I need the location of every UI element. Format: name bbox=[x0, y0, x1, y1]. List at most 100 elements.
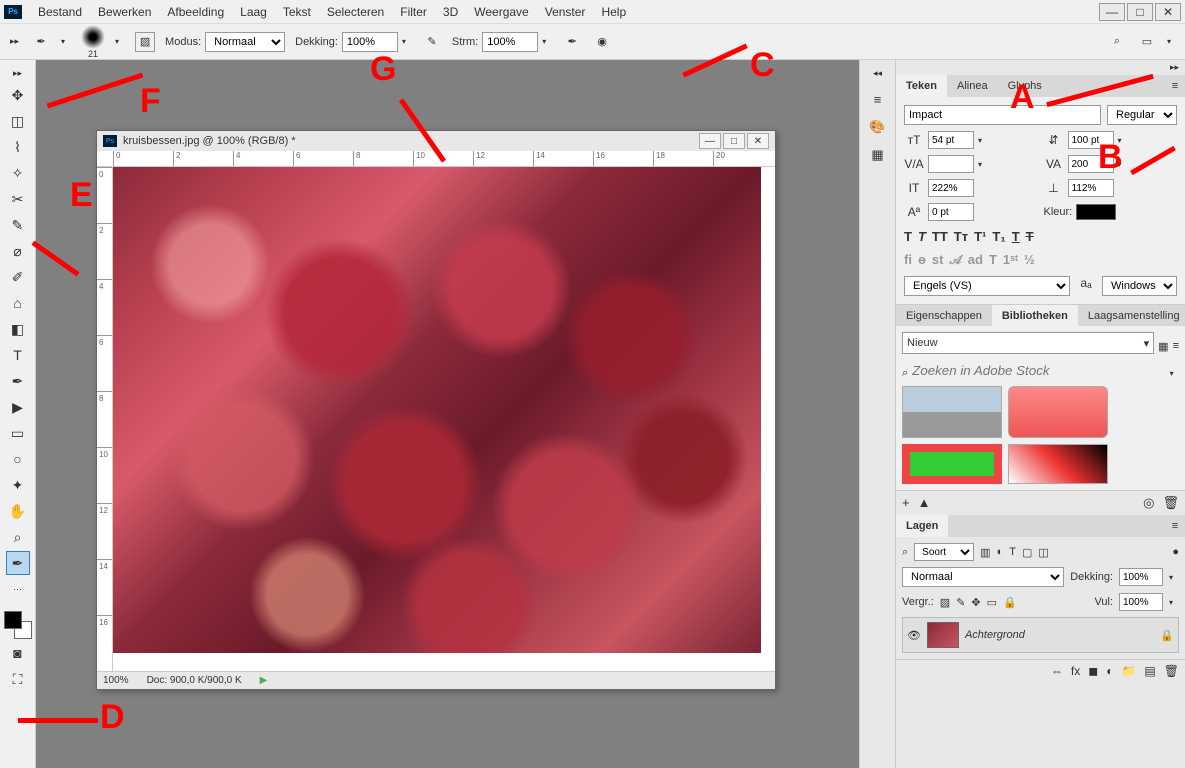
smallcaps-button[interactable]: Tᴛ bbox=[954, 229, 968, 244]
custom-shape-tool[interactable]: ✦ bbox=[6, 473, 30, 497]
airbrush-icon[interactable]: ✒ bbox=[562, 32, 582, 52]
color-icon[interactable]: 🎨 bbox=[868, 117, 888, 137]
doc-size-status[interactable]: Doc: 900,0 K/900,0 K bbox=[147, 675, 242, 686]
brush-preview-icon[interactable] bbox=[81, 25, 105, 49]
library-select[interactable]: Nieuw▾ bbox=[902, 332, 1154, 354]
chevron-down-icon[interactable]: ▾ bbox=[115, 37, 125, 46]
pressure-opacity-icon[interactable]: ✎ bbox=[422, 32, 442, 52]
panel-menu-icon[interactable]: ≡ bbox=[1165, 75, 1185, 97]
search-icon[interactable]: ⌕ bbox=[1107, 32, 1127, 52]
library-item[interactable] bbox=[902, 444, 1002, 484]
maximize-button[interactable]: □ bbox=[1127, 3, 1153, 21]
subscript-button[interactable]: T₁ bbox=[992, 229, 1005, 244]
brush-panel-icon[interactable]: ▨ bbox=[135, 32, 155, 52]
workspace-icon[interactable]: ▭ bbox=[1137, 32, 1157, 52]
layer-fill-input[interactable] bbox=[1119, 593, 1163, 611]
layer-thumbnail[interactable] bbox=[927, 622, 959, 648]
menu-bestand[interactable]: Bestand bbox=[30, 5, 90, 19]
strikethrough-button[interactable]: T bbox=[1026, 229, 1034, 244]
add-graphic-icon[interactable]: ▲ bbox=[918, 495, 931, 511]
text-color-swatch[interactable] bbox=[1076, 204, 1116, 220]
menu-3d[interactable]: 3D bbox=[435, 5, 466, 19]
marquee-tool[interactable]: ◫ bbox=[6, 109, 30, 133]
menu-tekst[interactable]: Tekst bbox=[275, 5, 319, 19]
close-button[interactable]: ✕ bbox=[1155, 3, 1181, 21]
zoom-tool[interactable]: ⌕ bbox=[6, 525, 30, 549]
library-item[interactable] bbox=[1008, 444, 1108, 484]
stock-search-input[interactable] bbox=[908, 360, 1169, 380]
grid-view-icon[interactable]: ▦ bbox=[1158, 340, 1168, 353]
menu-bewerken[interactable]: Bewerken bbox=[90, 5, 159, 19]
filter-adjust-icon[interactable]: ◐ bbox=[997, 546, 1004, 558]
font-style-select[interactable]: Regular bbox=[1107, 105, 1177, 125]
healing-tool[interactable]: ⌀ bbox=[6, 239, 30, 263]
lasso-tool[interactable]: ⌇ bbox=[6, 135, 30, 159]
tool-preset-icon[interactable]: ✒ bbox=[31, 32, 51, 52]
titling-button[interactable]: T bbox=[989, 252, 997, 268]
menu-afbeelding[interactable]: Afbeelding bbox=[159, 5, 232, 19]
doc-maximize-button[interactable]: □ bbox=[723, 133, 745, 149]
menu-selecteren[interactable]: Selecteren bbox=[319, 5, 392, 19]
tab-laagsamenstelling[interactable]: Laagsamenstelling bbox=[1078, 305, 1185, 326]
trash-icon[interactable]: 🗑 bbox=[1162, 495, 1179, 511]
color-swatches[interactable] bbox=[4, 611, 32, 639]
font-family-input[interactable] bbox=[904, 105, 1101, 125]
opacity-input[interactable] bbox=[342, 32, 398, 52]
lock-position-icon[interactable]: ✥ bbox=[971, 596, 980, 609]
add-content-icon[interactable]: + bbox=[902, 495, 910, 511]
blend-mode-select[interactable]: Normaal bbox=[902, 567, 1064, 587]
bold-button[interactable]: T bbox=[904, 229, 912, 244]
brush-tool[interactable]: ✐ bbox=[6, 265, 30, 289]
layer-group-icon[interactable]: 📁 bbox=[1121, 664, 1136, 678]
lock-paint-icon[interactable]: ✎ bbox=[956, 596, 965, 609]
edit-toolbar[interactable]: ⋯ bbox=[6, 577, 30, 601]
discretionary-button[interactable]: st bbox=[932, 252, 944, 268]
status-arrow-icon[interactable]: ▶ bbox=[260, 675, 268, 686]
move-tool[interactable]: ✥ bbox=[6, 83, 30, 107]
filter-smart-icon[interactable]: ◫ bbox=[1038, 546, 1048, 559]
library-item[interactable] bbox=[902, 386, 1002, 438]
new-layer-icon[interactable]: ▤ bbox=[1144, 664, 1155, 678]
link-layers-icon[interactable]: ⇔ bbox=[1051, 664, 1063, 678]
blend-mode-select[interactable]: Normaal bbox=[205, 32, 285, 52]
tab-teken[interactable]: Teken bbox=[896, 75, 947, 97]
language-select[interactable]: Engels (VS) bbox=[904, 276, 1070, 296]
ruler-vertical[interactable]: 0246810121416 bbox=[97, 167, 113, 671]
mixer-brush-tool[interactable]: ✒ bbox=[6, 551, 30, 575]
italic-button[interactable]: T bbox=[918, 229, 926, 244]
chevron-down-icon[interactable]: ▾ bbox=[542, 37, 552, 46]
filter-pixel-icon[interactable]: ▥ bbox=[980, 546, 990, 559]
pen-tool[interactable]: ✒ bbox=[6, 369, 30, 393]
collapse-icon[interactable]: ▸▸ bbox=[8, 34, 21, 49]
tab-eigenschappen[interactable]: Eigenschappen bbox=[896, 305, 992, 326]
delete-layer-icon[interactable]: 🗑 bbox=[1164, 664, 1179, 678]
flow-input[interactable] bbox=[482, 32, 538, 52]
swash-button[interactable]: 𝒜 bbox=[949, 252, 961, 268]
crop-tool[interactable]: ✂ bbox=[6, 187, 30, 211]
expand-icon[interactable]: ◂◂ bbox=[871, 66, 884, 81]
adjustment-layer-icon[interactable]: ◐ bbox=[1106, 664, 1113, 678]
document-titlebar[interactable]: Ps kruisbessen.jpg @ 100% (RGB/8) * — □ … bbox=[97, 131, 775, 151]
menu-filter[interactable]: Filter bbox=[392, 5, 435, 19]
ellipse-tool[interactable]: ○ bbox=[6, 447, 30, 471]
chevron-down-icon[interactable]: ▾ bbox=[1167, 37, 1177, 46]
tab-glyphs[interactable]: Glyphs bbox=[998, 75, 1052, 97]
ruler-horizontal[interactable]: 02468101214161820 bbox=[97, 151, 775, 167]
type-tool[interactable]: T bbox=[6, 343, 30, 367]
underline-button[interactable]: T bbox=[1012, 229, 1020, 244]
layer-mask-icon[interactable]: ◼ bbox=[1088, 664, 1098, 678]
menu-laag[interactable]: Laag bbox=[232, 5, 275, 19]
eraser-tool[interactable]: ◧ bbox=[6, 317, 30, 341]
stamp-tool[interactable]: ⌂ bbox=[6, 291, 30, 315]
rectangle-tool[interactable]: ▭ bbox=[6, 421, 30, 445]
filter-toggle-icon[interactable]: ● bbox=[1172, 546, 1179, 558]
font-size-input[interactable] bbox=[928, 131, 974, 149]
zoom-level[interactable]: 100% bbox=[103, 675, 129, 686]
collapse-icon[interactable]: ▸▸ bbox=[11, 66, 24, 81]
screen-mode-icon[interactable]: ⛶ bbox=[6, 667, 30, 691]
stylistic-button[interactable]: ad bbox=[968, 252, 983, 268]
leading-input[interactable] bbox=[1068, 131, 1114, 149]
tab-alinea[interactable]: Alinea bbox=[947, 75, 998, 97]
vscale-input[interactable] bbox=[928, 179, 974, 197]
eyedropper-tool[interactable]: ✎ bbox=[6, 213, 30, 237]
